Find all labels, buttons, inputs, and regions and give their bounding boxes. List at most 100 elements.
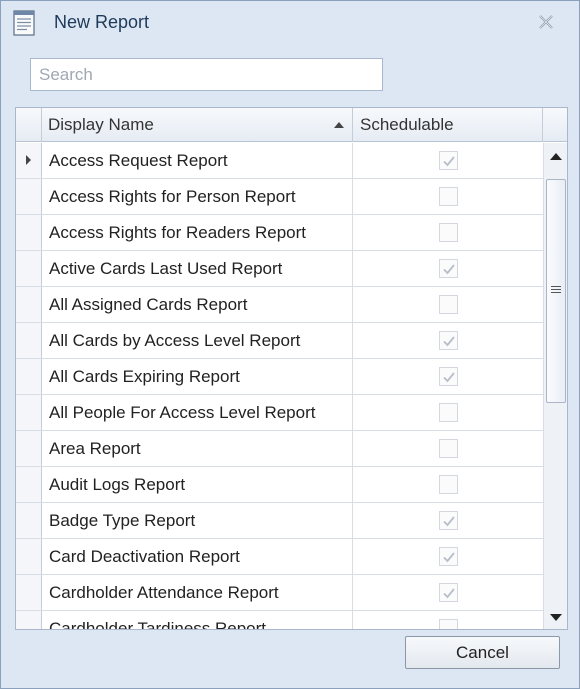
schedulable-checkbox (439, 619, 458, 629)
report-display-name: Card Deactivation Report (42, 539, 353, 574)
schedulable-checkbox (439, 403, 458, 422)
column-header-schedulable[interactable]: Schedulable (353, 108, 543, 142)
schedulable-checkbox (439, 259, 458, 278)
row-indicator (16, 467, 42, 502)
schedulable-cell (353, 287, 543, 322)
grid-rows: Access Request Report Access Rights for P… (16, 143, 543, 629)
current-row-indicator-icon (16, 143, 42, 178)
row-indicator (16, 539, 42, 574)
row-indicator (16, 395, 42, 430)
table-row[interactable]: Card Deactivation Report (16, 539, 543, 575)
schedulable-cell (353, 431, 543, 466)
table-row[interactable]: Cardholder Attendance Report (16, 575, 543, 611)
schedulable-checkbox (439, 583, 458, 602)
report-display-name: Access Request Report (42, 143, 353, 178)
row-indicator (16, 611, 42, 629)
row-indicator (16, 251, 42, 286)
scroll-down-icon[interactable] (544, 609, 567, 627)
vertical-scrollbar[interactable] (543, 143, 567, 629)
schedulable-cell (353, 143, 543, 178)
schedulable-checkbox (439, 295, 458, 314)
report-display-name: All Cards Expiring Report (42, 359, 353, 394)
schedulable-cell (353, 359, 543, 394)
header-corner (543, 108, 567, 142)
column-header-schedulable-label: Schedulable (360, 115, 454, 134)
check-icon (443, 552, 455, 563)
table-row[interactable]: Access Rights for Person Report (16, 179, 543, 215)
table-row[interactable]: Access Request Report (16, 143, 543, 179)
grid-header: Display Name Schedulable (16, 108, 567, 142)
table-row[interactable]: Area Report (16, 431, 543, 467)
row-indicator (16, 359, 42, 394)
check-icon (443, 372, 455, 383)
table-row[interactable]: Active Cards Last Used Report (16, 251, 543, 287)
report-display-name: Cardholder Attendance Report (42, 575, 353, 610)
table-row[interactable]: All Assigned Cards Report (16, 287, 543, 323)
close-icon[interactable] (535, 11, 557, 33)
cancel-button[interactable]: Cancel (405, 636, 560, 669)
schedulable-checkbox (439, 223, 458, 242)
report-display-name: Active Cards Last Used Report (42, 251, 353, 286)
schedulable-cell (353, 539, 543, 574)
dialog-body: Display Name Schedulable Access Request … (13, 45, 568, 681)
schedulable-checkbox (439, 187, 458, 206)
schedulable-checkbox (439, 367, 458, 386)
report-document-icon (13, 10, 35, 36)
report-display-name: Area Report (42, 431, 353, 466)
table-row[interactable]: Audit Logs Report (16, 467, 543, 503)
table-row[interactable]: Cardholder Tardiness Report (16, 611, 543, 629)
scroll-up-icon[interactable] (544, 147, 567, 165)
report-display-name: All People For Access Level Report (42, 395, 353, 430)
row-indicator-header (16, 108, 42, 142)
check-icon (443, 156, 455, 167)
check-icon (443, 588, 455, 599)
search-input[interactable] (30, 58, 383, 91)
table-row[interactable]: Badge Type Report (16, 503, 543, 539)
scrollbar-thumb[interactable] (546, 179, 566, 403)
grip-icon (551, 286, 561, 294)
report-display-name: All Assigned Cards Report (42, 287, 353, 322)
table-row[interactable]: All People For Access Level Report (16, 395, 543, 431)
row-indicator (16, 287, 42, 322)
new-report-dialog: New Report Display Name Schedulable (0, 0, 580, 689)
row-indicator (16, 179, 42, 214)
schedulable-cell (353, 215, 543, 250)
schedulable-checkbox (439, 511, 458, 530)
report-grid: Display Name Schedulable Access Request … (15, 107, 568, 630)
window-title: New Report (54, 12, 150, 32)
schedulable-cell (353, 467, 543, 502)
row-indicator (16, 431, 42, 466)
report-display-name: Audit Logs Report (42, 467, 353, 502)
row-indicator (16, 215, 42, 250)
schedulable-cell (353, 395, 543, 430)
check-icon (443, 264, 455, 275)
report-display-name: Badge Type Report (42, 503, 353, 538)
schedulable-checkbox (439, 331, 458, 350)
schedulable-checkbox (439, 151, 458, 170)
check-icon (443, 336, 455, 347)
report-display-name: Cardholder Tardiness Report (42, 611, 353, 629)
report-display-name: All Cards by Access Level Report (42, 323, 353, 358)
row-indicator (16, 503, 42, 538)
schedulable-cell (353, 251, 543, 286)
row-indicator (16, 575, 42, 610)
report-display-name: Access Rights for Readers Report (42, 215, 353, 250)
schedulable-checkbox (439, 547, 458, 566)
schedulable-cell (353, 611, 543, 629)
table-row[interactable]: Access Rights for Readers Report (16, 215, 543, 251)
row-indicator (16, 323, 42, 358)
schedulable-checkbox (439, 475, 458, 494)
schedulable-cell (353, 323, 543, 358)
column-header-display-name[interactable]: Display Name (42, 108, 353, 142)
column-header-display-name-label: Display Name (48, 115, 154, 134)
check-icon (443, 516, 455, 527)
report-display-name: Access Rights for Person Report (42, 179, 353, 214)
schedulable-cell (353, 575, 543, 610)
title-bar: New Report (1, 1, 579, 45)
schedulable-cell (353, 503, 543, 538)
schedulable-checkbox (439, 439, 458, 458)
table-row[interactable]: All Cards by Access Level Report (16, 323, 543, 359)
table-row[interactable]: All Cards Expiring Report (16, 359, 543, 395)
sort-ascending-icon (334, 122, 344, 128)
schedulable-cell (353, 179, 543, 214)
